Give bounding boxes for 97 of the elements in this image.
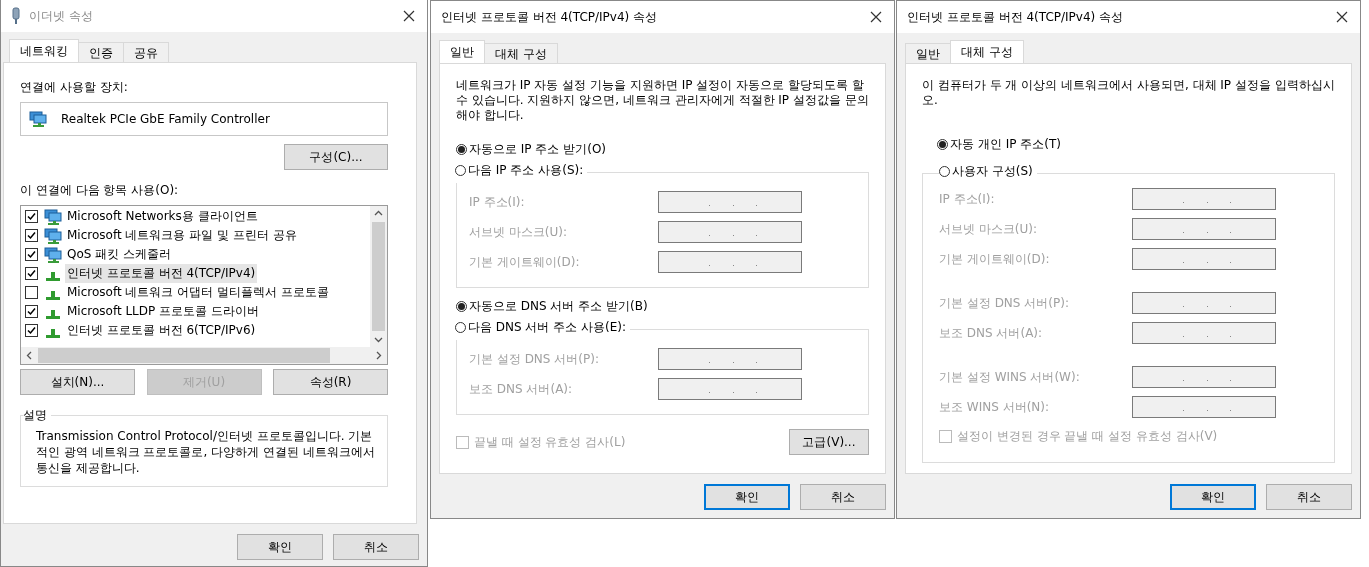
field-label: 서브넷 마스크(U): bbox=[939, 220, 1037, 238]
ip-address-field[interactable] bbox=[1132, 366, 1276, 388]
ip-address-field[interactable] bbox=[658, 378, 802, 400]
network-protocol-icon bbox=[46, 328, 60, 338]
tab[interactable]: 공유 bbox=[123, 42, 169, 62]
list-item[interactable]: QoS 패킷 스케줄러 bbox=[65, 245, 174, 264]
field-label: 보조 DNS 서버(A): bbox=[469, 380, 573, 398]
list-item[interactable]: Microsoft LLDP 프로토콜 드라이버 bbox=[65, 302, 261, 321]
device-name: Realtek PCIe GbE Family Controller bbox=[61, 112, 270, 126]
ethernet-plug-icon bbox=[11, 7, 21, 25]
ip-address-field[interactable] bbox=[1132, 248, 1276, 270]
ip-address-field[interactable] bbox=[658, 191, 802, 213]
ok-button[interactable]: 확인 bbox=[704, 484, 790, 510]
scroll-right-icon[interactable] bbox=[374, 351, 383, 360]
device-label: 연결에 사용할 장치: bbox=[20, 79, 129, 96]
checkbox-label: 끝낼 때 설정 유효성 검사(L) bbox=[474, 433, 626, 451]
network-client-icon bbox=[44, 208, 62, 225]
radio-button[interactable] bbox=[455, 322, 466, 333]
radio-button[interactable] bbox=[456, 144, 467, 155]
cancel-button[interactable]: 취소 bbox=[333, 534, 419, 560]
field-label: 기본 설정 DNS 서버(P): bbox=[469, 350, 599, 368]
tab[interactable]: 인증 bbox=[78, 42, 124, 62]
radio-button[interactable] bbox=[456, 301, 467, 312]
tab[interactable]: 일반 bbox=[439, 40, 485, 63]
items-label: 이 연결에 다음 항목 사용(O): bbox=[20, 182, 180, 199]
list-item[interactable]: Microsoft Networks용 클라이언트 bbox=[65, 207, 260, 226]
advanced-button[interactable]: 고급(V)... bbox=[789, 429, 869, 455]
network-protocol-icon bbox=[46, 271, 60, 281]
field-label: 기본 게이트웨이(D): bbox=[939, 250, 1050, 268]
field-label: 기본 게이트웨이(D): bbox=[469, 253, 580, 271]
window-title: 이더넷 속성 bbox=[29, 7, 94, 25]
window-title: 인터넷 프로토콜 버전 4(TCP/IPv4) 속성 bbox=[441, 8, 659, 26]
window-title: 인터넷 프로토콜 버전 4(TCP/IPv4) 속성 bbox=[907, 8, 1125, 26]
radio-label: 자동으로 DNS 서버 주소 받기(B) bbox=[469, 298, 648, 315]
ip-address-field[interactable] bbox=[1132, 292, 1276, 314]
checkbox[interactable] bbox=[25, 305, 38, 318]
tab[interactable]: 일반 bbox=[905, 43, 951, 63]
close-icon[interactable] bbox=[870, 11, 882, 23]
radio-label: 다음 IP 주소 사용(S): bbox=[468, 162, 584, 179]
ok-button[interactable]: 확인 bbox=[1170, 484, 1256, 510]
ok-button[interactable]: 확인 bbox=[237, 534, 323, 560]
tab[interactable]: 대체 구성 bbox=[484, 43, 558, 63]
checkbox[interactable] bbox=[25, 324, 38, 337]
network-adapter-icon bbox=[29, 111, 47, 127]
list-item[interactable]: Microsoft 네트워크 어댑터 멀티플렉서 프로토콜 bbox=[65, 283, 331, 302]
tab[interactable]: 네트워킹 bbox=[9, 39, 79, 62]
ip-address-field[interactable] bbox=[1132, 218, 1276, 240]
field-label: IP 주소(I): bbox=[469, 193, 525, 211]
radio-button[interactable] bbox=[455, 165, 466, 176]
close-icon[interactable] bbox=[403, 10, 415, 22]
radio-button[interactable] bbox=[939, 166, 950, 177]
list-item[interactable]: 인터넷 프로토콜 버전 6(TCP/IPv6) bbox=[65, 321, 258, 340]
checkbox[interactable] bbox=[25, 210, 38, 223]
scroll-left-icon[interactable] bbox=[25, 351, 34, 360]
scroll-down-icon[interactable] bbox=[374, 335, 383, 344]
checkbox[interactable] bbox=[25, 248, 38, 261]
field-label: 기본 설정 DNS 서버(P): bbox=[939, 294, 1069, 312]
description-text: Transmission Control Protocol/인터넷 프로토콜입니다. 기본적인 광역 네트워크 프로토콜로, 다양하게 연결된 네트워크에서 통신을 제공합니다. bbox=[35, 428, 375, 476]
checkbox[interactable] bbox=[25, 267, 38, 280]
ip-address-field[interactable] bbox=[1132, 396, 1276, 418]
field-label: 보조 WINS 서버(N): bbox=[939, 398, 1049, 416]
intro-text: 이 컴퓨터가 두 개 이상의 네트워크에서 사용되면, 대체 IP 설정을 입력하십시오. bbox=[922, 78, 1335, 108]
field-label: 보조 DNS 서버(A): bbox=[939, 324, 1043, 342]
ip-address-field[interactable] bbox=[658, 251, 802, 273]
cancel-button[interactable]: 취소 bbox=[1266, 484, 1352, 510]
close-icon[interactable] bbox=[1336, 11, 1348, 23]
network-service-icon bbox=[44, 246, 62, 263]
checkbox[interactable] bbox=[25, 286, 38, 299]
field-label: IP 주소(I): bbox=[939, 190, 995, 208]
network-service-icon bbox=[44, 227, 62, 244]
checkbox[interactable] bbox=[25, 229, 38, 242]
horizontal-scrollbar[interactable] bbox=[21, 347, 387, 364]
network-protocol-icon bbox=[46, 290, 60, 300]
field-label: 기본 설정 WINS 서버(W): bbox=[939, 368, 1080, 386]
field-label: 서브넷 마스크(U): bbox=[469, 223, 567, 241]
radio-label: 자동으로 IP 주소 받기(O) bbox=[469, 141, 607, 158]
checkbox-label: 설정이 변경된 경우 끝낼 때 설정 유효성 검사(V) bbox=[957, 428, 1218, 445]
ip-address-field[interactable] bbox=[1132, 188, 1276, 210]
radio-label: 자동 개인 IP 주소(T) bbox=[950, 136, 1061, 153]
intro-text: 네트워크가 IP 자동 설정 기능을 지원하면 IP 설정이 자동으로 할당되도록 할 수 있습니다. 지원하지 않으면, 네트워크 관리자에게 적절한 IP 설정값을 문의해야 합니다. bbox=[456, 78, 869, 123]
list-item[interactable]: Microsoft 네트워크용 파일 및 프린터 공유 bbox=[65, 226, 299, 245]
scroll-up-icon[interactable] bbox=[374, 209, 383, 218]
network-protocol-icon bbox=[46, 309, 60, 319]
ip-address-field[interactable] bbox=[658, 348, 802, 370]
radio-label: 사용자 구성(S) bbox=[952, 163, 1033, 180]
ip-address-field[interactable] bbox=[658, 221, 802, 243]
cancel-button[interactable]: 취소 bbox=[800, 484, 886, 510]
tab[interactable]: 대체 구성 bbox=[950, 40, 1024, 63]
radio-button[interactable] bbox=[937, 139, 948, 150]
install-button[interactable]: 설치(N)... bbox=[20, 369, 135, 395]
properties-button[interactable]: 속성(R) bbox=[273, 369, 388, 395]
configure-button[interactable]: 구성(C)... bbox=[284, 144, 388, 170]
list-item[interactable]: 인터넷 프로토콜 버전 4(TCP/IPv4) bbox=[65, 264, 258, 283]
vertical-scrollbar[interactable] bbox=[370, 206, 387, 347]
ip-address-field[interactable] bbox=[1132, 322, 1276, 344]
group-title: 설명 bbox=[23, 407, 48, 424]
radio-label: 다음 DNS 서버 주소 사용(E): bbox=[468, 319, 627, 336]
